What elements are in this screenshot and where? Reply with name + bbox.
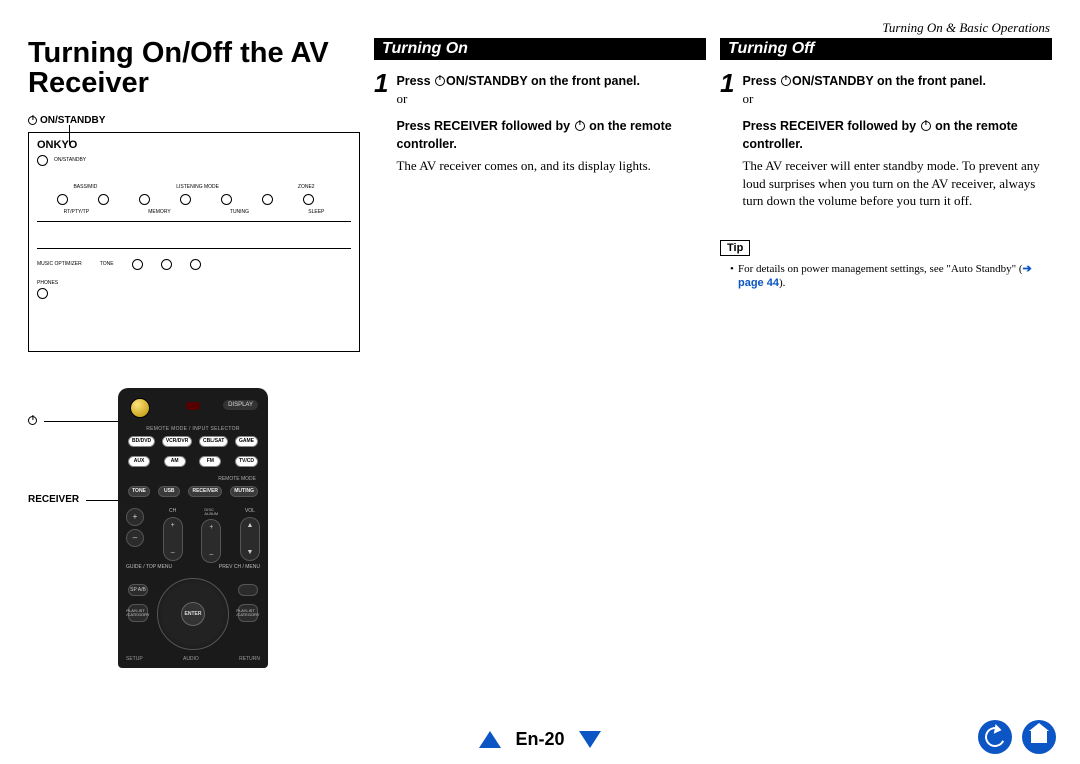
- remote-menu-right: PREV CH / MENU: [219, 564, 260, 570]
- step-number: 1: [720, 72, 734, 210]
- panel-button-label-text: ON/STANDBY: [40, 115, 105, 126]
- remote-btn: CBL/SAT: [199, 436, 228, 447]
- tip-list: For details on power management settings…: [720, 262, 1052, 291]
- leader-line: [69, 125, 70, 145]
- page-ref-link[interactable]: page 44: [738, 277, 779, 289]
- step-text: Press RECEIVER followed by: [396, 119, 573, 133]
- home-button[interactable]: [1022, 720, 1056, 754]
- remote-menu-left: GUIDE / TOP MENU: [126, 564, 172, 570]
- power-icon: [435, 76, 445, 86]
- remote-power-button: [130, 398, 150, 418]
- step-text: Press: [742, 74, 780, 88]
- remote-side-btn: [238, 584, 258, 596]
- page-title: Turning On/Off the AV Receiver: [28, 38, 360, 99]
- turning-off-step-1: 1 Press ON/STANDBY on the front panel. o…: [720, 72, 1052, 210]
- remote-audio: AUDIO: [183, 656, 199, 662]
- page-down-icon[interactable]: [579, 731, 601, 748]
- home-icon: [1031, 731, 1047, 743]
- tip-item: For details on power management settings…: [730, 262, 1052, 291]
- remote-mode-title: REMOTE MODE / INPUT SELECTOR: [118, 426, 268, 432]
- step-text: Press: [396, 74, 434, 88]
- power-icon: [28, 416, 37, 425]
- remote-spab: SP A/B: [128, 584, 148, 596]
- section-turning-off: Turning Off: [720, 38, 1052, 60]
- step-desc: The AV receiver comes on, and its displa…: [396, 157, 706, 175]
- panel-button-label: ON/STANDBY: [28, 115, 360, 126]
- right-column: Turning Off 1 Press ON/STANDBY on the fr…: [720, 38, 1052, 668]
- brand-logo: ONKYO: [37, 139, 351, 151]
- breadcrumb: Turning On & Basic Operations: [882, 20, 1050, 36]
- page-up-icon[interactable]: [479, 731, 501, 748]
- remote-power-label: [28, 416, 40, 425]
- power-icon: [781, 76, 791, 86]
- power-icon: [28, 116, 37, 125]
- step-or: or: [396, 90, 706, 108]
- back-button[interactable]: [978, 720, 1012, 754]
- panel-display: [37, 221, 351, 249]
- panel-label-tiny: LISTENING MODE: [176, 184, 219, 190]
- left-column: Turning On/Off the AV Receiver ON/STANDB…: [28, 38, 360, 668]
- turning-on-step-1: 1 Press ON/STANDBY on the front panel. o…: [374, 72, 706, 175]
- step-or: or: [742, 90, 1052, 108]
- remote-btn-receiver: RECEIVER: [188, 486, 222, 497]
- back-icon: [982, 724, 1008, 750]
- power-icon: [575, 121, 585, 131]
- step-number: 1: [374, 72, 388, 175]
- remote-figure: RECEIVER DISPLAY REMOTE MODE / INPUT SEL…: [28, 388, 360, 668]
- remote-ir-led: [186, 402, 200, 410]
- remote-control-figure: DISPLAY REMOTE MODE / INPUT SELECTOR BD/…: [118, 388, 268, 668]
- panel-label-tiny: BASS/MID: [73, 184, 97, 190]
- remote-btn: TV/CD: [235, 456, 258, 467]
- arrow-icon: ➔: [1023, 263, 1032, 275]
- step-text: ON/STANDBY on the front panel.: [446, 74, 640, 88]
- remote-receiver-label: RECEIVER: [28, 494, 79, 505]
- section-turning-on: Turning On: [374, 38, 706, 60]
- panel-power-button: [37, 155, 48, 166]
- remote-btn: USB: [158, 486, 180, 497]
- power-icon: [921, 121, 931, 131]
- remote-playlist-r: PLAYLIST/CATEGORY: [238, 604, 258, 622]
- remote-btn: VCR/DVR: [162, 436, 193, 447]
- middle-column: Turning On 1 Press ON/STANDBY on the fro…: [374, 38, 706, 668]
- remote-setup: SETUP: [126, 656, 143, 662]
- step-text: Press RECEIVER followed by: [742, 119, 919, 133]
- page-footer: En-20: [0, 729, 1080, 750]
- remote-playlist-l: PLAYLIST/CATEGORY: [128, 604, 148, 622]
- panel-standby-text: ON/STANDBY: [54, 157, 86, 163]
- remote-btn: AUX: [128, 456, 150, 467]
- panel-label-tiny: ZONE2: [298, 184, 315, 190]
- remote-display-btn: DISPLAY: [223, 400, 258, 410]
- step-desc: The AV receiver will enter standby mode.…: [742, 157, 1052, 210]
- remote-btn: FM: [199, 456, 221, 467]
- remote-mode-small: REMOTE MODE: [218, 476, 262, 482]
- remote-btn: GAME: [235, 436, 258, 447]
- step-text: ON/STANDBY on the front panel.: [792, 74, 986, 88]
- remote-btn: TONE: [128, 486, 150, 497]
- remote-btn: BD/DVD: [128, 436, 155, 447]
- remote-btn: AM: [164, 456, 186, 467]
- front-panel-figure: ONKYO ON/STANDBY BASS/MID LISTENING MODE…: [28, 132, 360, 352]
- remote-enter: ENTER: [181, 602, 205, 626]
- remote-dpad: ENTER: [157, 578, 229, 650]
- remote-btn: MUTING: [230, 486, 258, 497]
- tip-label: Tip: [720, 240, 750, 256]
- page-number: En-20: [515, 729, 564, 750]
- remote-return: RETURN: [239, 656, 260, 662]
